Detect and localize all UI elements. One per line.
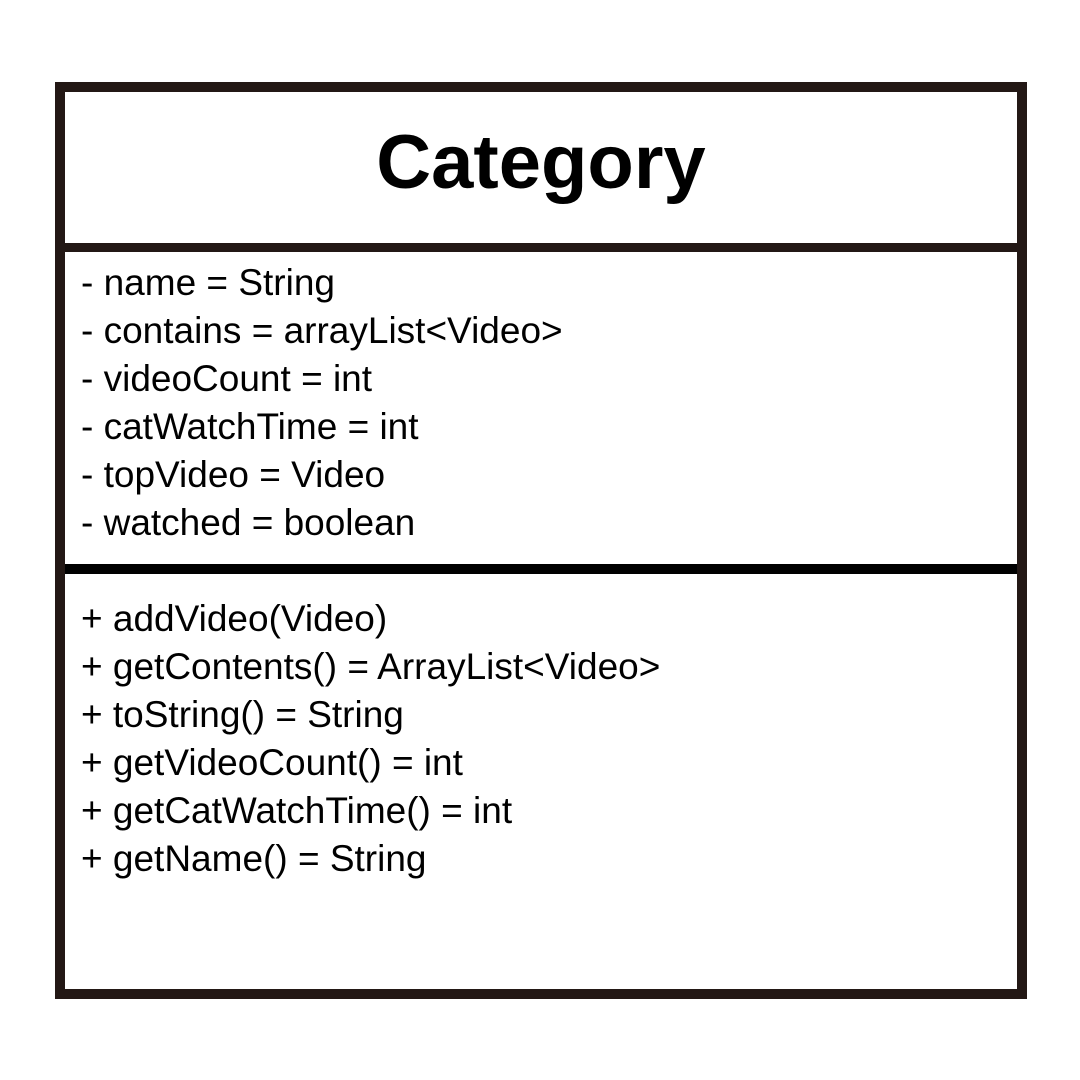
compartment-divider-bottom bbox=[65, 564, 1017, 574]
attribute-line: - watched = boolean bbox=[81, 502, 416, 543]
attribute-line: - videoCount = int bbox=[81, 358, 373, 399]
operation-line: + getContents() = ArrayList<Video> bbox=[81, 646, 661, 687]
class-name-compartment: Category bbox=[65, 92, 1017, 243]
compartment-divider-top bbox=[65, 243, 1017, 252]
attribute-line: - name = String bbox=[81, 262, 335, 303]
attributes-compartment: - name = String - contains = arrayList<V… bbox=[81, 259, 1007, 547]
operation-line: + getVideoCount() = int bbox=[81, 742, 463, 783]
class-name: Category bbox=[376, 119, 706, 205]
uml-class-box: Category - name = String - contains = ar… bbox=[55, 82, 1027, 999]
operation-line: + toString() = String bbox=[81, 694, 404, 735]
operation-line: + getName() = String bbox=[81, 838, 427, 879]
attribute-line: - contains = arrayList<Video> bbox=[81, 310, 563, 351]
attribute-line: - catWatchTime = int bbox=[81, 406, 419, 447]
operation-line: + getCatWatchTime() = int bbox=[81, 790, 513, 831]
operations-compartment: + addVideo(Video) + getContents() = Arra… bbox=[81, 595, 1007, 883]
operation-line: + addVideo(Video) bbox=[81, 598, 388, 639]
attribute-line: - topVideo = Video bbox=[81, 454, 386, 495]
